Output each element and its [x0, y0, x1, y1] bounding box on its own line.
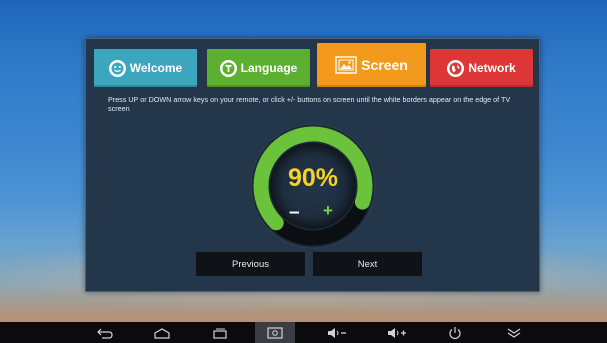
tab-welcome-label: Welcome: [129, 61, 183, 75]
volume-down-icon[interactable]: [323, 322, 351, 343]
recent-apps-icon[interactable]: [206, 322, 234, 343]
tab-network-label: Network: [468, 61, 516, 75]
tab-language[interactable]: Language: [207, 49, 310, 87]
scale-percent: 90%: [287, 164, 339, 192]
tab-screen[interactable]: Screen: [317, 43, 426, 87]
power-icon[interactable]: [441, 322, 469, 343]
instructions-text: Press UP or DOWN arrow keys on your remo…: [108, 95, 511, 113]
globe-icon: [447, 59, 465, 77]
tab-welcome[interactable]: Welcome: [94, 49, 197, 87]
tab-language-label: Language: [240, 61, 298, 75]
increase-button[interactable]: +: [323, 201, 333, 221]
tab-screen-label: Screen: [361, 57, 408, 73]
smiley-icon: [108, 59, 126, 77]
home-icon[interactable]: [148, 322, 176, 343]
screen-frame-icon: [335, 56, 357, 74]
previous-button[interactable]: Previous: [196, 251, 305, 276]
screenshot-icon[interactable]: [255, 322, 295, 343]
tab-network[interactable]: Network: [430, 49, 533, 87]
wizard-tabs: Welcome Language Screen Network: [94, 43, 533, 89]
system-nav-bar: [0, 322, 607, 343]
t-letter-icon: [219, 59, 237, 77]
volume-up-icon[interactable]: [383, 322, 411, 343]
decrease-button[interactable]: –: [289, 202, 300, 224]
hide-bar-icon[interactable]: [500, 322, 528, 343]
setup-wizard-dialog: Welcome Language Screen Network Press UP…: [85, 38, 540, 292]
screen-scale-dial: 90% – +: [249, 122, 377, 250]
back-icon[interactable]: [91, 322, 119, 343]
next-button[interactable]: Next: [313, 251, 422, 276]
